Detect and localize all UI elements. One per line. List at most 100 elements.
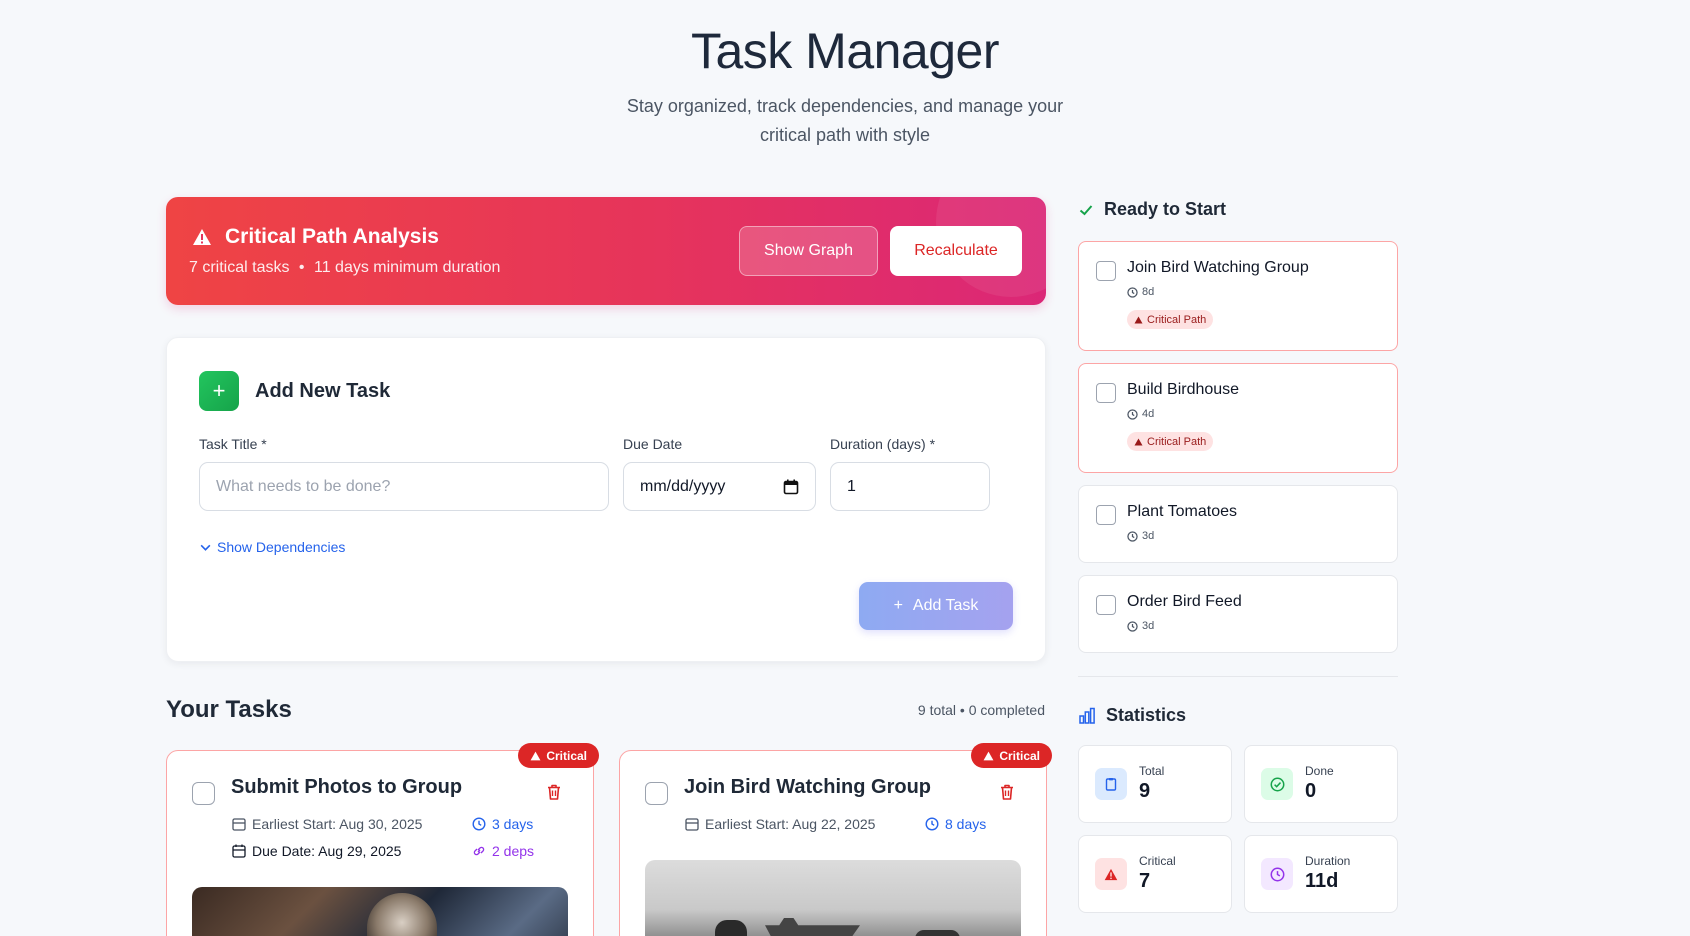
banner-header: Critical Path Analysis (192, 225, 439, 249)
stat-done: Done 0 (1244, 745, 1398, 823)
task-checkbox[interactable] (192, 782, 215, 805)
bar-chart-icon (1079, 707, 1095, 724)
warning-triangle-icon (1134, 437, 1143, 446)
ready-task-checkbox[interactable] (1096, 383, 1116, 403)
statistics-heading-label: Statistics (1106, 705, 1187, 725)
task-card: Critical Submit Photos to Group Earliest… (166, 743, 599, 936)
critical-path-badge: Critical Path (1127, 310, 1214, 329)
critical-path-badge: Critical Path (1127, 432, 1214, 451)
sidebar-divider (1078, 676, 1398, 677)
clipboard-icon (1095, 768, 1127, 800)
stat-done-value: 0 (1305, 780, 1317, 802)
add-task-header: + Add New Task (199, 371, 390, 411)
ready-task-item[interactable]: Order Bird Feed 3d (1078, 575, 1398, 653)
ready-task-checkbox[interactable] (1096, 505, 1116, 525)
calendar-icon[interactable] (783, 479, 799, 495)
due-date-input[interactable]: mm/dd/yyyy (623, 462, 816, 511)
stat-total-label: Total (1139, 764, 1165, 778)
ready-task-duration-text: 3d (1142, 530, 1155, 542)
ready-task-duration-text: 4d (1142, 408, 1155, 420)
clock-icon (1261, 858, 1293, 890)
warning-triangle-icon (530, 751, 541, 760)
stat-duration-value: 11d (1305, 870, 1339, 892)
task-duration-text: 8 days (945, 816, 987, 832)
task-duration: 3 days (472, 816, 533, 832)
task-count: 9 total • 0 completed (917, 702, 1045, 718)
page-header: Task Manager Stay organized, track depen… (0, 0, 1690, 150)
task-dependencies[interactable]: 2 deps (472, 843, 534, 859)
task-duration-text: 3 days (492, 816, 534, 832)
add-task-button[interactable]: + Add Task (859, 582, 1013, 630)
plus-icon: + (199, 371, 239, 411)
clock-icon (1127, 620, 1138, 632)
warning-triangle-icon (983, 751, 994, 760)
due-date-value: mm/dd/yyyy (640, 477, 726, 495)
due-date: Due Date: Aug 29, 2025 (232, 843, 401, 859)
task-image (645, 860, 1021, 936)
ready-task-checkbox[interactable] (1096, 595, 1116, 615)
task-title-input[interactable]: What needs to be done? (199, 462, 609, 511)
duration-input[interactable]: 1 (830, 462, 990, 511)
critical-task-count: 7 critical tasks (189, 259, 290, 276)
stat-total-value: 9 (1139, 780, 1151, 802)
ready-task-duration-text: 3d (1142, 620, 1155, 632)
ready-task-duration-text: 8d (1142, 286, 1155, 298)
add-task-title: Add New Task (255, 379, 391, 402)
your-tasks-heading: Your Tasks (166, 696, 292, 723)
plus-icon: + (893, 597, 903, 614)
critical-path-badge-label: Critical Path (1147, 435, 1207, 448)
warning-triangle-icon (193, 229, 211, 245)
summary-separator: • (298, 259, 305, 276)
clock-icon (472, 817, 486, 831)
stat-duration: Duration 11d (1244, 835, 1398, 913)
clock-icon (1127, 408, 1138, 420)
banner-summary: 7 critical tasks • 11 days minimum durat… (189, 259, 500, 277)
stat-done-label: Done (1305, 764, 1334, 778)
banner-title: Critical Path Analysis (225, 225, 439, 248)
link-icon (473, 846, 485, 856)
task-dependencies-text: 2 deps (492, 843, 535, 859)
stat-total: Total 9 (1078, 745, 1232, 823)
chevron-down-icon (200, 544, 211, 551)
trash-icon[interactable] (545, 783, 563, 801)
due-date-label: Due Date (623, 436, 683, 452)
clock-icon (1127, 530, 1138, 542)
add-task-card: + Add New Task Task Title * What needs t… (166, 337, 1046, 662)
ready-task-duration: 3d (1127, 620, 1154, 632)
minimum-duration: 11 days minimum duration (313, 259, 501, 276)
add-task-button-label: Add Task (912, 597, 979, 614)
warning-triangle-icon (1095, 858, 1127, 890)
task-card: Critical Join Bird Watching Group Earlie… (619, 743, 1052, 936)
show-dependencies-toggle[interactable]: Show Dependencies (199, 539, 345, 555)
ready-task-item[interactable]: Plant Tomatoes 3d (1078, 485, 1398, 563)
check-circle-icon (1261, 768, 1293, 800)
task-checkbox[interactable] (645, 782, 668, 805)
critical-path-banner: Critical Path Analysis 7 critical tasks … (166, 197, 1046, 305)
critical-path-badge-label: Critical Path (1147, 313, 1207, 326)
due-date-text: Due Date: Aug 29, 2025 (252, 843, 402, 859)
calendar-icon (232, 818, 246, 831)
ready-task-checkbox[interactable] (1096, 261, 1116, 281)
stat-critical: Critical 7 (1078, 835, 1232, 913)
critical-badge: Critical (971, 743, 1052, 768)
ready-heading-label: Ready to Start (1104, 199, 1227, 219)
clock-icon (1127, 286, 1138, 298)
ready-task-title: Order Bird Feed (1127, 593, 1242, 610)
page-subtitle: Stay organized, track dependencies, and … (626, 96, 1064, 145)
stat-duration-label: Duration (1305, 854, 1351, 868)
recalculate-button[interactable]: Recalculate (890, 226, 1022, 276)
critical-badge-label: Critical (999, 748, 1040, 763)
ready-task-title: Join Bird Watching Group (1127, 259, 1309, 276)
ready-task-title: Plant Tomatoes (1127, 503, 1237, 520)
ready-task-item[interactable]: Join Bird Watching Group 8d Critical Pat… (1078, 241, 1398, 351)
show-graph-button[interactable]: Show Graph (739, 226, 878, 276)
task-title: Submit Photos to Group (231, 776, 463, 798)
critical-badge-label: Critical (546, 748, 587, 763)
task-title: Join Bird Watching Group (684, 776, 932, 798)
earliest-start-text: Earliest Start: Aug 30, 2025 (252, 816, 423, 832)
stat-critical-value: 7 (1139, 870, 1151, 892)
task-duration: 8 days (925, 816, 986, 832)
duration-label: Duration (days) * (830, 436, 936, 452)
ready-task-item[interactable]: Build Birdhouse 4d Critical Path (1078, 363, 1398, 473)
trash-icon[interactable] (998, 783, 1016, 801)
